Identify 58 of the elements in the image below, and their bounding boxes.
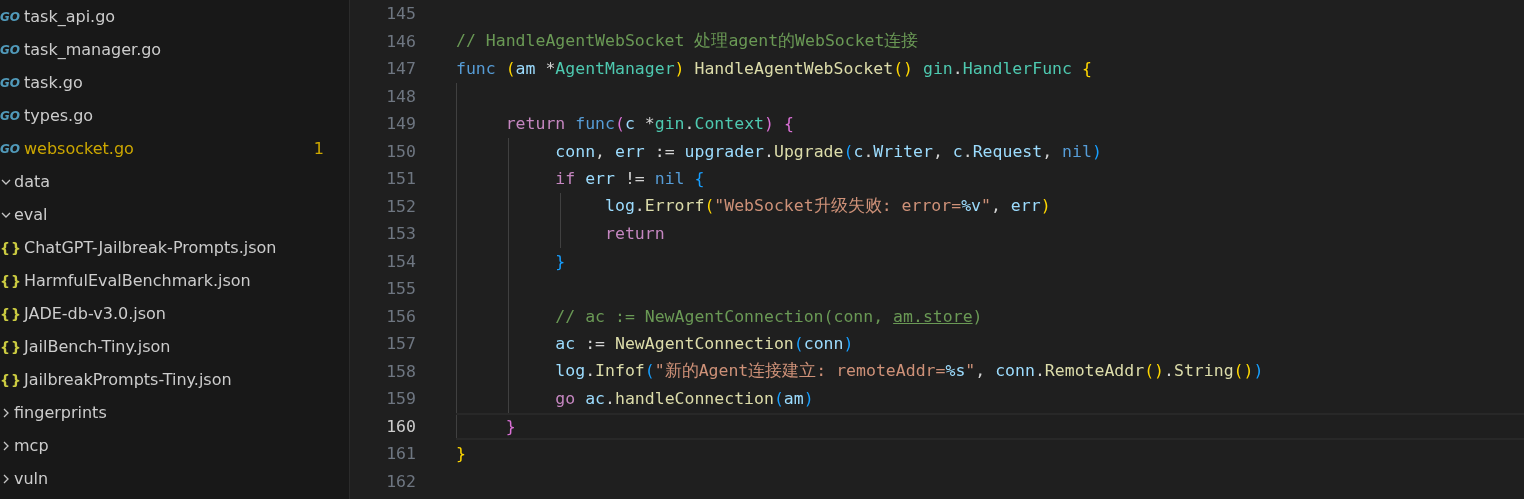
file-item[interactable]: {}JailbreakPrompts-Tiny.json xyxy=(0,363,340,396)
line-number: 154 xyxy=(385,251,416,271)
go-file-icon: GO xyxy=(0,9,20,24)
folder-item[interactable]: eval xyxy=(0,198,340,231)
json-file-icon: {} xyxy=(0,239,20,256)
code-line: log.Infof("新的Agent连接建立: remoteAddr=%s", conn.RemoteAddr().String()) xyxy=(554,360,1264,383)
line-number: 162 xyxy=(385,471,416,491)
line-number: 146 xyxy=(385,31,416,51)
line-number: 159 xyxy=(385,389,416,409)
line-number: 149 xyxy=(385,114,416,134)
line-number: 157 xyxy=(385,334,416,354)
code-line: conn, err := upgrader.Upgrade(c.Writer, c.Request, nil) xyxy=(554,141,1102,161)
line-number: 156 xyxy=(385,306,416,326)
json-file-icon: {} xyxy=(0,305,20,322)
file-item[interactable]: GO types.go xyxy=(0,99,340,132)
code-line: return xyxy=(604,224,665,244)
code-line: go ac.handleConnection(am) xyxy=(554,389,814,409)
problem-count: 1 xyxy=(313,139,324,158)
go-file-icon: GO xyxy=(0,108,20,123)
folder-item[interactable]: fingerprints xyxy=(0,396,340,429)
go-file-icon: GO xyxy=(0,141,20,156)
file-item[interactable]: GO task_manager.go xyxy=(0,33,340,66)
file-item[interactable]: GO task.go xyxy=(0,66,340,99)
file-item[interactable]: {}JADE-db-v3.0.json xyxy=(0,297,340,330)
line-number: 150 xyxy=(385,141,416,161)
json-file-icon: {} xyxy=(0,272,20,289)
code-line: } xyxy=(554,251,566,271)
folder-item[interactable]: mcp xyxy=(0,429,340,462)
go-file-icon: GO xyxy=(0,42,20,57)
code-line: // HandleAgentWebSocket 处理agent的WebSocket连接 xyxy=(456,30,919,53)
go-file-icon: GO xyxy=(0,75,20,90)
line-number: 153 xyxy=(385,224,416,244)
json-file-icon: {} xyxy=(0,338,20,355)
folder-item[interactable]: vuln xyxy=(0,462,340,495)
file-item[interactable]: {}JailBench-Tiny.json xyxy=(0,330,340,363)
folder-item[interactable]: data xyxy=(0,165,340,198)
code-line: } xyxy=(456,444,466,464)
file-item[interactable]: {}ChatGPT-Jailbreak-Prompts.json xyxy=(0,231,340,264)
file-item[interactable]: {}HarmfulEvalBenchmark.json xyxy=(0,264,340,297)
line-number: 152 xyxy=(385,196,416,216)
line-number: 161 xyxy=(385,444,416,464)
code-line: // ac := NewAgentConnection(conn, am.store) xyxy=(554,306,983,326)
code-line: func (am *AgentManager) HandleAgentWebSocket() gin.HandlerFunc { xyxy=(456,59,1092,79)
line-number: 155 xyxy=(385,279,416,299)
line-number: 147 xyxy=(385,59,416,79)
file-item[interactable]: GO websocket.go 1 xyxy=(0,132,340,165)
code-line: if err != nil { xyxy=(554,169,705,189)
code-line: log.Errorf("WebSocket升级失败: error=%v", err) xyxy=(604,195,1051,218)
line-number: 158 xyxy=(385,361,416,381)
file-item[interactable]: GO task_api.go xyxy=(0,0,340,33)
line-number: 148 xyxy=(385,86,416,106)
json-file-icon: {} xyxy=(0,371,20,388)
line-number: 160 xyxy=(385,416,416,436)
line-number: 151 xyxy=(385,169,416,189)
code-line: } xyxy=(504,416,516,436)
line-number: 145 xyxy=(385,4,416,24)
code-line: return func(c *gin.Context) { xyxy=(504,114,794,134)
code-line: ac := NewAgentConnection(conn) xyxy=(554,334,854,354)
